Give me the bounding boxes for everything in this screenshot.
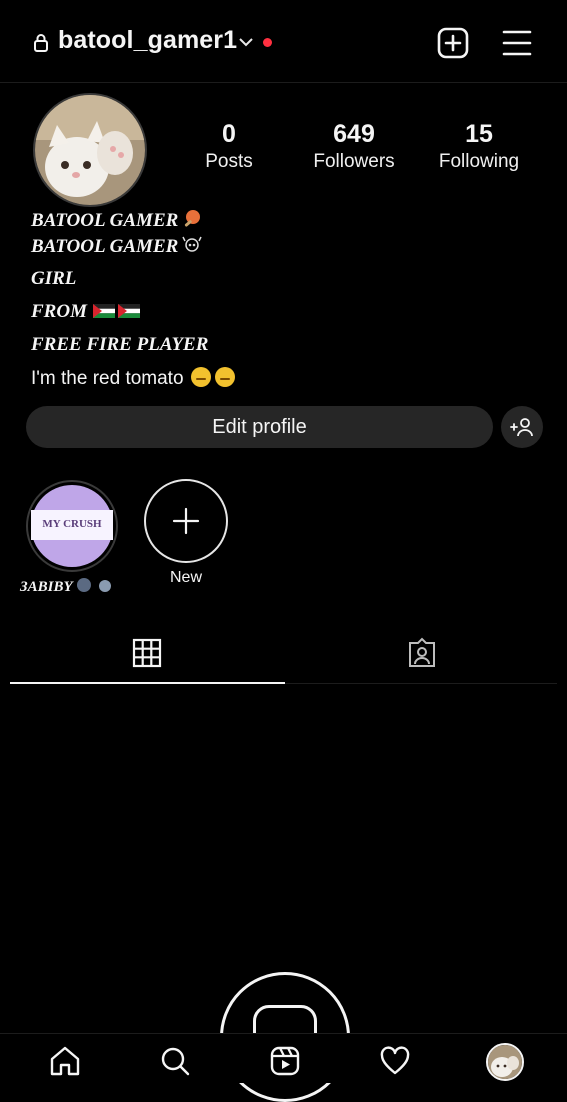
skull-icon <box>182 236 202 252</box>
menu-icon[interactable] <box>502 29 532 57</box>
new-post-icon[interactable] <box>437 27 469 59</box>
discover-people-button[interactable] <box>501 406 543 448</box>
following-stat[interactable]: 15 Following <box>419 120 539 173</box>
lock-icon <box>34 34 48 52</box>
followers-stat[interactable]: 649 Followers <box>294 120 414 173</box>
bio-line: I'm the red tomato <box>31 367 235 390</box>
bio-line: FREE FIRE PLAYER <box>31 334 209 355</box>
emoji-face-icon <box>190 367 211 387</box>
edit-profile-button[interactable]: Edit profile <box>26 406 493 448</box>
bio-line: BATOOL GAMER <box>31 209 205 232</box>
bio-line: GIRL <box>31 268 77 289</box>
following-label: Following <box>438 151 520 172</box>
new-highlight-label: New <box>169 569 202 586</box>
search-icon[interactable] <box>159 1045 191 1077</box>
bio-line: BATOOL GAMER <box>31 235 203 258</box>
emoji-icon <box>76 578 111 592</box>
flag-icon <box>117 304 140 318</box>
posts-label: Posts <box>205 151 253 172</box>
flag-icon <box>92 304 115 318</box>
tab-tagged[interactable] <box>285 630 557 684</box>
ping-pong-icon <box>185 210 201 227</box>
posts-stat[interactable]: 0 Posts <box>169 120 289 173</box>
reels-icon[interactable] <box>269 1045 301 1077</box>
username-switcher[interactable]: batool_gamer1 <box>58 26 237 55</box>
new-highlight-button[interactable] <box>144 479 228 563</box>
heart-icon[interactable] <box>379 1045 411 1077</box>
tab-grid[interactable] <box>10 630 285 684</box>
plus-icon <box>172 507 200 535</box>
posts-count: 0 <box>222 120 236 148</box>
bio-line: FROM <box>31 301 140 323</box>
highlight-cover-text: MY CRUSH <box>42 518 102 530</box>
profile-avatar[interactable] <box>486 1043 524 1081</box>
home-icon[interactable] <box>49 1045 81 1077</box>
add-person-icon <box>510 418 533 437</box>
following-count: 15 <box>465 120 493 148</box>
tagged-icon <box>409 637 435 667</box>
followers-count: 649 <box>333 120 375 148</box>
emoji-face-icon <box>214 367 235 387</box>
chevron-down-icon[interactable] <box>238 36 254 48</box>
followers-label: Followers <box>313 151 395 172</box>
highlight-label: ЗABIBY <box>20 577 115 596</box>
notification-dot <box>263 38 272 47</box>
profile-avatar[interactable] <box>33 93 147 207</box>
grid-icon <box>132 638 162 668</box>
